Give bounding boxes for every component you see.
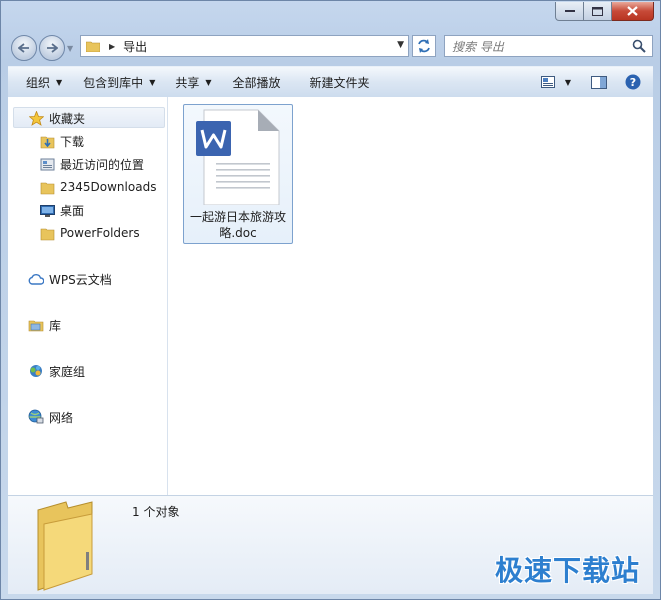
wps-document-icon bbox=[196, 109, 280, 205]
forward-button[interactable] bbox=[39, 35, 65, 61]
change-view-button[interactable] bbox=[537, 67, 559, 97]
file-name-line-1: 一起游日本旅游攻 bbox=[189, 210, 286, 224]
nav-label: 库 bbox=[49, 318, 62, 333]
new-folder-label: 新建文件夹 bbox=[309, 75, 370, 90]
nav-label: WPS云文档 bbox=[49, 272, 112, 287]
star-icon bbox=[28, 110, 44, 126]
nav-item-libraries[interactable]: 库 bbox=[28, 314, 61, 336]
nav-item-downloads[interactable]: 下载 bbox=[39, 130, 84, 152]
item-count: 1 个对象 bbox=[132, 505, 180, 519]
recent-pages-dropdown-icon[interactable]: ▼ bbox=[67, 44, 75, 53]
refresh-icon bbox=[418, 39, 430, 53]
address-bar[interactable]: ▶ 导出 ▼ bbox=[80, 35, 409, 57]
help-icon: ? bbox=[625, 74, 641, 90]
minimize-button[interactable] bbox=[555, 2, 584, 21]
help-button[interactable]: ? bbox=[619, 67, 653, 97]
chevron-down-icon: ▼ bbox=[205, 77, 212, 87]
file-item[interactable]: 一起游日本旅游攻 略.doc bbox=[183, 104, 293, 244]
chevron-down-icon: ▼ bbox=[564, 77, 571, 87]
maximize-icon bbox=[592, 6, 603, 16]
nav-item-recent-places[interactable]: 最近访问的位置 bbox=[39, 153, 144, 175]
file-list-area[interactable]: 一起游日本旅游攻 略.doc bbox=[168, 97, 653, 495]
search-box[interactable]: 搜索 导出 bbox=[444, 35, 653, 57]
nav-label: 桌面 bbox=[60, 203, 85, 218]
view-icon bbox=[540, 76, 555, 88]
nav-item-powerfolders[interactable]: PowerFolders bbox=[39, 222, 140, 244]
play-all-button[interactable]: 全部播放 bbox=[221, 67, 290, 97]
close-icon bbox=[627, 6, 638, 16]
preview-pane-icon bbox=[591, 75, 607, 89]
folder-icon bbox=[39, 179, 55, 195]
folder-icon bbox=[86, 41, 100, 52]
minimize-icon bbox=[564, 10, 575, 12]
nav-item-homegroup[interactable]: 家庭组 bbox=[28, 360, 85, 382]
nav-label: 2345Downloads bbox=[60, 180, 157, 194]
nav-item-desktop[interactable]: 桌面 bbox=[39, 199, 84, 221]
new-folder-button[interactable]: 新建文件夹 bbox=[290, 67, 379, 97]
nav-label: 收藏夹 bbox=[49, 111, 86, 126]
nav-item-favorites[interactable]: 收藏夹 bbox=[28, 107, 85, 129]
forward-arrow-icon bbox=[47, 43, 58, 53]
include-in-library-menu[interactable]: 包含到库中 ▼ bbox=[71, 67, 164, 97]
navigation-pane: 收藏夹 下载 最近访问的位置 2345Downloads 桌面 PowerFol… bbox=[8, 97, 168, 495]
file-name-line-2: 略.doc bbox=[219, 226, 257, 240]
maximize-button[interactable] bbox=[584, 2, 612, 21]
nav-item-network[interactable]: 网络 bbox=[28, 406, 73, 428]
breadcrumb-chevron-icon[interactable]: ▶ bbox=[109, 42, 115, 51]
file-name: 一起游日本旅游攻 略.doc bbox=[184, 209, 292, 241]
address-history-dropdown-icon[interactable]: ▼ bbox=[397, 40, 404, 50]
explorer-window: ▼ ▶ 导出 ▼ 搜索 导出 组织 ▼ 包含到库中 ▼ 共享 ▼ 全部播放 新建文件夹 bbox=[0, 0, 661, 600]
navigation-buttons: ▼ bbox=[11, 35, 75, 61]
back-button[interactable] bbox=[11, 35, 37, 61]
search-input[interactable]: 搜索 导出 bbox=[452, 38, 504, 55]
nav-label: 网络 bbox=[49, 410, 74, 425]
toolbar-right: ▼ ? bbox=[537, 67, 653, 97]
nav-item-2345downloads[interactable]: 2345Downloads bbox=[39, 176, 156, 198]
caption-buttons bbox=[555, 2, 654, 21]
preview-pane-button[interactable] bbox=[585, 67, 619, 97]
chevron-down-icon: ▼ bbox=[56, 77, 63, 87]
share-menu[interactable]: 共享 ▼ bbox=[164, 67, 220, 97]
nav-label: 下载 bbox=[60, 134, 85, 149]
cloud-icon bbox=[28, 271, 44, 287]
chevron-down-icon: ▼ bbox=[149, 77, 156, 87]
recent-places-icon bbox=[39, 156, 55, 172]
include-in-library-label: 包含到库中 bbox=[83, 75, 144, 90]
watermark-text: 极速下载站 bbox=[494, 554, 640, 587]
nav-label: 家庭组 bbox=[49, 364, 86, 379]
back-arrow-icon bbox=[18, 43, 29, 53]
close-button[interactable] bbox=[612, 2, 654, 21]
share-label: 共享 bbox=[175, 75, 200, 90]
organize-label: 组织 bbox=[26, 75, 51, 90]
large-folder-icon bbox=[37, 501, 93, 591]
nav-label: PowerFolders bbox=[60, 226, 140, 240]
view-options-dropdown[interactable]: ▼ bbox=[559, 67, 585, 97]
folder-icon bbox=[39, 225, 55, 241]
nav-label: 最近访问的位置 bbox=[60, 157, 145, 172]
refresh-button[interactable] bbox=[412, 35, 436, 57]
play-all-label: 全部播放 bbox=[232, 75, 281, 90]
nav-item-wps-cloud[interactable]: WPS云文档 bbox=[28, 268, 112, 290]
homegroup-icon bbox=[28, 363, 44, 379]
command-bar: 组织 ▼ 包含到库中 ▼ 共享 ▼ 全部播放 新建文件夹 ▼ ? bbox=[8, 66, 653, 98]
desktop-icon bbox=[39, 202, 55, 218]
downloads-folder-icon bbox=[39, 133, 55, 149]
organize-menu[interactable]: 组织 ▼ bbox=[8, 67, 71, 97]
network-icon bbox=[28, 409, 44, 425]
breadcrumb-current-folder[interactable]: 导出 bbox=[123, 38, 147, 55]
svg-text:?: ? bbox=[630, 76, 636, 89]
search-icon[interactable] bbox=[632, 39, 646, 53]
library-icon bbox=[28, 317, 44, 333]
